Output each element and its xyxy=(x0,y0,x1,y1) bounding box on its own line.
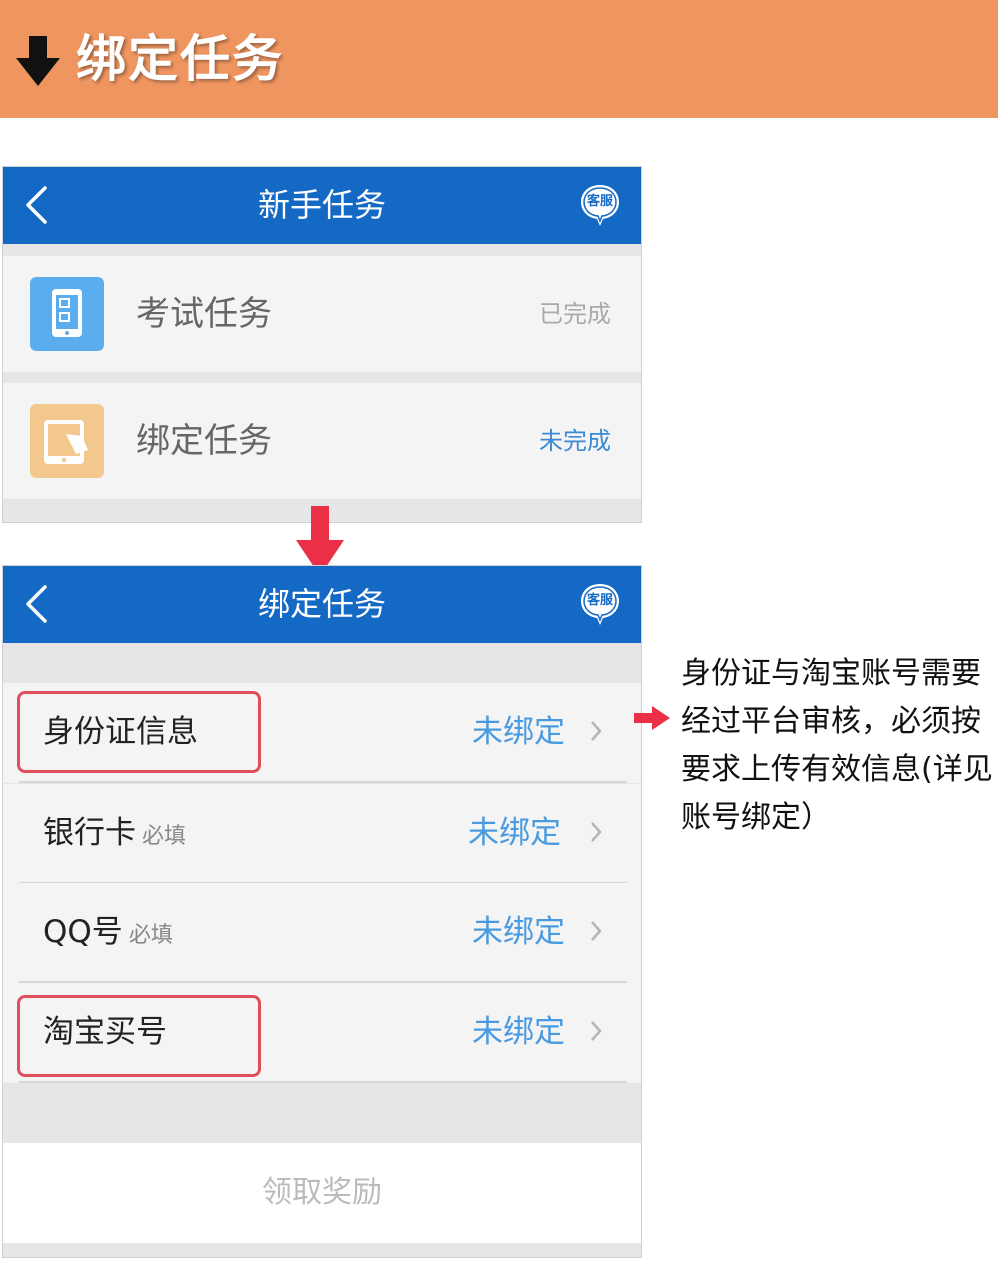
item-label: QQ号 必填 xyxy=(43,883,173,985)
annotation-line: 账号绑定） xyxy=(681,800,831,835)
tablet-checklist-icon xyxy=(30,277,104,351)
highlight-box-id-card xyxy=(17,691,261,773)
chevron-right-icon xyxy=(591,1021,602,1041)
annotation-line: 经过平台审核，必须按 xyxy=(681,704,981,739)
annotation-line: 身份证与淘宝账号需要 xyxy=(681,656,981,691)
divider xyxy=(19,781,627,783)
customer-service-label: 客服 xyxy=(586,593,613,608)
task-status: 已完成 xyxy=(539,300,611,328)
task-row-binding[interactable]: 绑定任务 未完成 xyxy=(3,383,641,499)
required-tag: 必填 xyxy=(142,824,187,849)
nav-bar: 新手任务 客服 xyxy=(3,167,641,244)
page-header-banner: 绑定任务 xyxy=(0,0,998,118)
item-status: 未绑定 xyxy=(472,1014,565,1050)
item-status: 未绑定 xyxy=(472,914,565,950)
highlight-box-taobao xyxy=(17,995,261,1077)
list-item-qq[interactable]: QQ号 必填 未绑定 xyxy=(3,883,641,983)
annotation-line: 要求上传有效信息(详见 xyxy=(681,752,993,787)
item-label: 银行卡 必填 xyxy=(43,784,186,886)
chevron-right-icon xyxy=(591,721,602,741)
item-label-text: 银行卡 xyxy=(43,815,136,851)
item-status: 未绑定 xyxy=(468,815,561,851)
pointer-arrow-icon xyxy=(634,706,670,730)
novice-tasks-screen: 新手任务 客服 考试任务 已完成 绑定任务 未完成 xyxy=(2,166,642,523)
tablet-touch-icon xyxy=(30,404,104,478)
task-status: 未完成 xyxy=(539,427,611,455)
item-status: 未绑定 xyxy=(472,714,565,750)
task-row-exam[interactable]: 考试任务 已完成 xyxy=(3,256,641,372)
list-item-bank-card[interactable]: 银行卡 必填 未绑定 xyxy=(3,784,641,884)
chevron-right-icon xyxy=(591,921,602,941)
down-arrow-icon xyxy=(16,36,60,86)
divider xyxy=(19,1081,627,1083)
binding-tasks-screen: 绑定任务 客服 身份证信息 未绑定 银行卡 必填 未绑定 QQ号 必填 未绑定 淘宝… xyxy=(2,565,642,1258)
customer-service-label: 客服 xyxy=(586,194,613,209)
chevron-right-icon xyxy=(591,822,602,842)
page-title: 绑定任务 xyxy=(76,30,284,88)
task-label: 考试任务 xyxy=(136,294,272,334)
item-label-text: QQ号 xyxy=(43,914,123,950)
annotation-note: 身份证与淘宝账号需要 经过平台审核，必须按 要求上传有效信息(详见 账号绑定） xyxy=(681,650,998,842)
task-label: 绑定任务 xyxy=(136,421,272,461)
nav-bar: 绑定任务 客服 xyxy=(3,566,641,643)
nav-title: 绑定任务 xyxy=(257,585,386,623)
claim-reward-button[interactable]: 领取奖励 xyxy=(3,1143,641,1243)
required-tag: 必填 xyxy=(128,923,173,948)
nav-title: 新手任务 xyxy=(257,186,386,224)
